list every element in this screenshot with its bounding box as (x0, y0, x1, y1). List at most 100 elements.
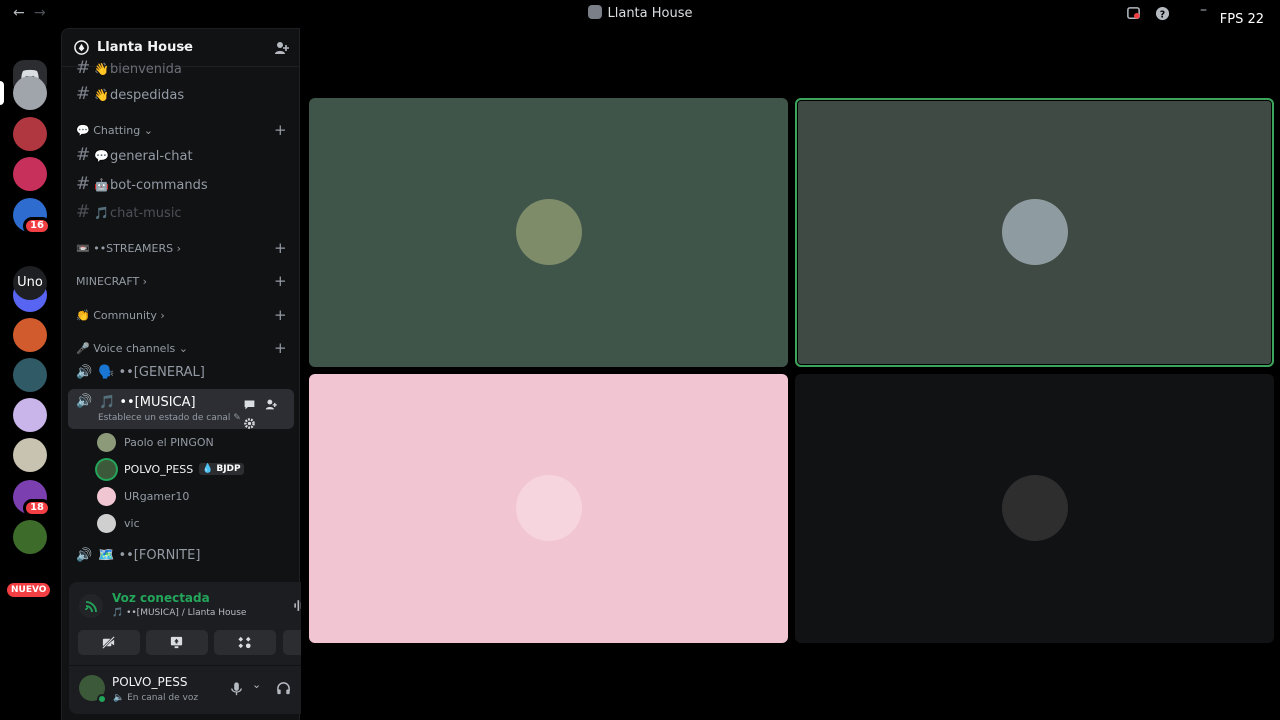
voice-connected-label[interactable]: Voz conectada (112, 591, 210, 605)
channel-label: bot-commands (110, 178, 208, 193)
channel-emoji: 👋 (94, 88, 109, 102)
activities-icon (238, 636, 251, 649)
server-avatar (13, 76, 47, 110)
speaker-icon: 🔊 (76, 394, 93, 409)
channel-despedidas[interactable]: # 👋despedidas (76, 84, 184, 104)
category-minecraft[interactable]: MINECRAFT › (76, 275, 147, 288)
signal-icon[interactable] (79, 594, 103, 618)
participant-avatar (516, 475, 582, 541)
voice-channel-path[interactable]: 🎵 ••[MUSICA] / Llanta House (112, 608, 246, 618)
speaker-mini-icon: 🔈 (113, 693, 125, 703)
online-status-indicator (97, 694, 107, 704)
chevron-down-icon: ⌄ (178, 39, 188, 52)
category-label: Voice channels (93, 342, 176, 355)
help-icon[interactable]: ? (1155, 6, 1170, 21)
user-name[interactable]: POLVO_PESS (112, 675, 188, 689)
minimize-icon[interactable]: – (1200, 2, 1207, 18)
server-icon[interactable] (13, 438, 47, 472)
server-avatar (13, 398, 47, 432)
voice-channel-fornite[interactable]: 🔊 🗺️ ••[FORNITE] (76, 548, 200, 563)
channel-label: general-chat (110, 149, 193, 164)
server-uno[interactable]: Uno (13, 266, 47, 300)
channel-bienvenida[interactable]: # 👋bienvenida (76, 58, 182, 78)
new-badge[interactable]: NUEVO (7, 583, 51, 597)
channel-chat-music[interactable]: # 🎵chat-music (76, 202, 182, 222)
server-icon[interactable] (13, 358, 47, 392)
category-voice-channels[interactable]: 🎤 Voice channels ⌄ (76, 342, 188, 355)
chevron-down-icon[interactable]: ⌄ (252, 678, 261, 691)
server-rail: 16 18 Uno NUEVO (0, 28, 60, 720)
voice-channel-general[interactable]: 🔊 🗣️ ••[GENERAL] (76, 365, 205, 380)
microphone-icon[interactable] (229, 681, 244, 696)
category-community[interactable]: 👏 Community › (76, 309, 165, 322)
channel-label: 🎵 ••[MUSICA] (99, 395, 196, 410)
member-avatar (97, 487, 116, 506)
title-bar: ← → Llanta House ? – FPS 22 (0, 0, 1280, 28)
server-icon[interactable] (13, 520, 47, 554)
create-channel-button[interactable]: + (274, 272, 287, 290)
channel-emoji: 💬 (94, 149, 109, 163)
chevron-down-icon: ⌄ (143, 124, 153, 137)
server-avatar (13, 318, 47, 352)
chevron-down-icon: ⌄ (178, 342, 188, 355)
chevron-right-icon: › (142, 275, 148, 288)
voice-stage (301, 28, 1280, 720)
category-label: Community (93, 309, 157, 322)
server-avatar (13, 157, 47, 191)
tile-polvo[interactable] (795, 98, 1274, 367)
create-channel-button[interactable]: + (274, 306, 287, 324)
hash-icon: # (76, 145, 91, 165)
member-name: POLVO_PESS (124, 463, 194, 476)
tile-paolo[interactable] (309, 98, 788, 367)
member-avatar (97, 460, 116, 479)
server-icon[interactable] (0, 76, 47, 110)
channel-general-chat[interactable]: # 💬general-chat (76, 145, 193, 165)
category-emoji: 💬 (76, 124, 90, 137)
channel-status-text: Establece un estado de canal (98, 413, 231, 423)
server-icon[interactable] (13, 157, 47, 191)
mention-badge: 16 (23, 217, 51, 235)
tile-vic[interactable] (795, 374, 1274, 643)
invite-icon[interactable] (265, 396, 279, 410)
server-icon[interactable] (13, 318, 47, 352)
channel-emoji: 🎵 (94, 206, 109, 220)
category-chatting[interactable]: 💬 Chatting ⌄ (76, 124, 153, 137)
chevron-right-icon: › (160, 309, 165, 322)
window-title-text: Llanta House (607, 6, 693, 21)
window-title: Llanta House (0, 5, 1280, 21)
voice-channel-musica[interactable]: 🔊 🎵 ••[MUSICA] Establece un estado de ca… (68, 389, 294, 429)
server-avatar (13, 358, 47, 392)
screen-share-button[interactable] (146, 630, 208, 655)
channel-label: despedidas (110, 88, 185, 103)
server-icon[interactable] (13, 117, 47, 151)
chevron-right-icon: › (176, 242, 181, 255)
server-avatar (13, 520, 47, 554)
server-icon[interactable]: 18 (13, 480, 51, 517)
tile-urgamer[interactable] (309, 374, 788, 643)
hash-icon: # (76, 174, 91, 194)
chat-bubble-icon[interactable] (243, 396, 257, 410)
channel-status-hint[interactable]: Establece un estado de canal ✎ (98, 413, 241, 423)
inbox-icon[interactable] (1126, 6, 1141, 21)
hash-icon: # (76, 58, 91, 78)
create-channel-button[interactable]: + (274, 239, 287, 257)
server-icon[interactable] (13, 398, 47, 432)
channel-actions (243, 396, 294, 434)
channel-bot-commands[interactable]: # 🤖bot-commands (76, 174, 208, 194)
server-icon[interactable]: 16 (13, 198, 51, 235)
category-streamers[interactable]: 📼 ••STREAMERS › (76, 242, 181, 255)
headphones-icon[interactable] (276, 681, 291, 696)
create-channel-button[interactable]: + (274, 339, 287, 357)
category-emoji: 🎤 (76, 342, 90, 355)
create-channel-button[interactable]: + (274, 121, 287, 139)
member-name: Paolo el PINGON (124, 436, 214, 449)
category-label: ••STREAMERS (93, 242, 174, 255)
selected-indicator (0, 81, 4, 105)
gear-icon[interactable] (243, 415, 257, 429)
activities-button[interactable] (214, 630, 276, 655)
invite-people-icon[interactable] (274, 40, 290, 56)
channel-label: chat-music (110, 206, 182, 221)
speaker-icon: 🔊 (76, 548, 93, 563)
camera-off-button[interactable] (78, 630, 140, 655)
screen-share-icon (170, 636, 183, 649)
